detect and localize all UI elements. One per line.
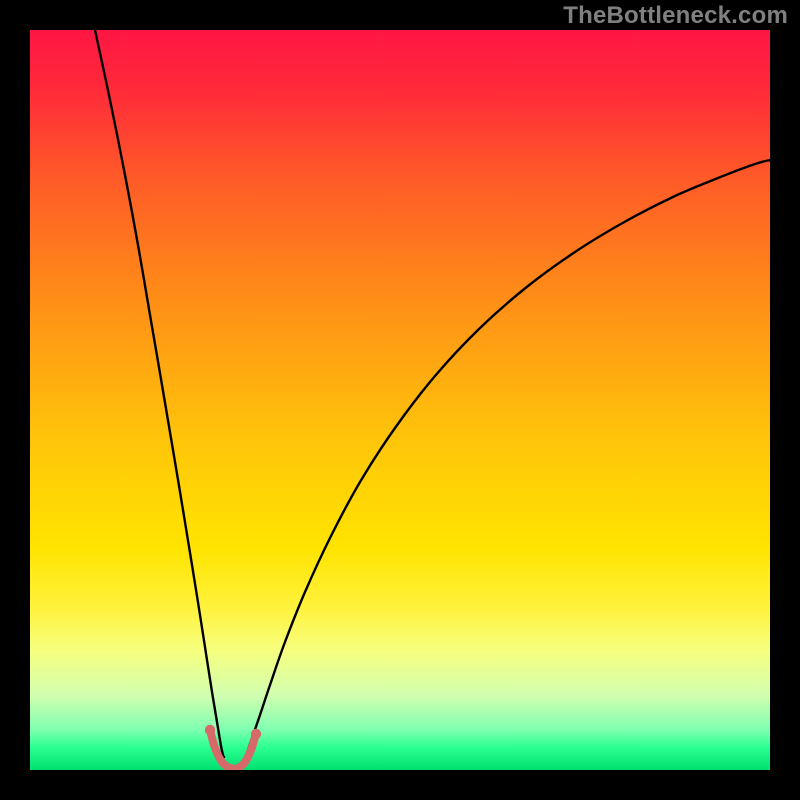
plot-svg xyxy=(30,30,770,770)
watermark-text: TheBottleneck.com xyxy=(563,2,788,30)
chart-frame: TheBottleneck.com xyxy=(0,0,800,800)
curve-valley-marker-endpoint xyxy=(251,729,261,739)
curve-valley-marker-endpoint xyxy=(205,725,215,735)
heatmap-background xyxy=(30,30,770,770)
plot-area xyxy=(30,30,770,770)
